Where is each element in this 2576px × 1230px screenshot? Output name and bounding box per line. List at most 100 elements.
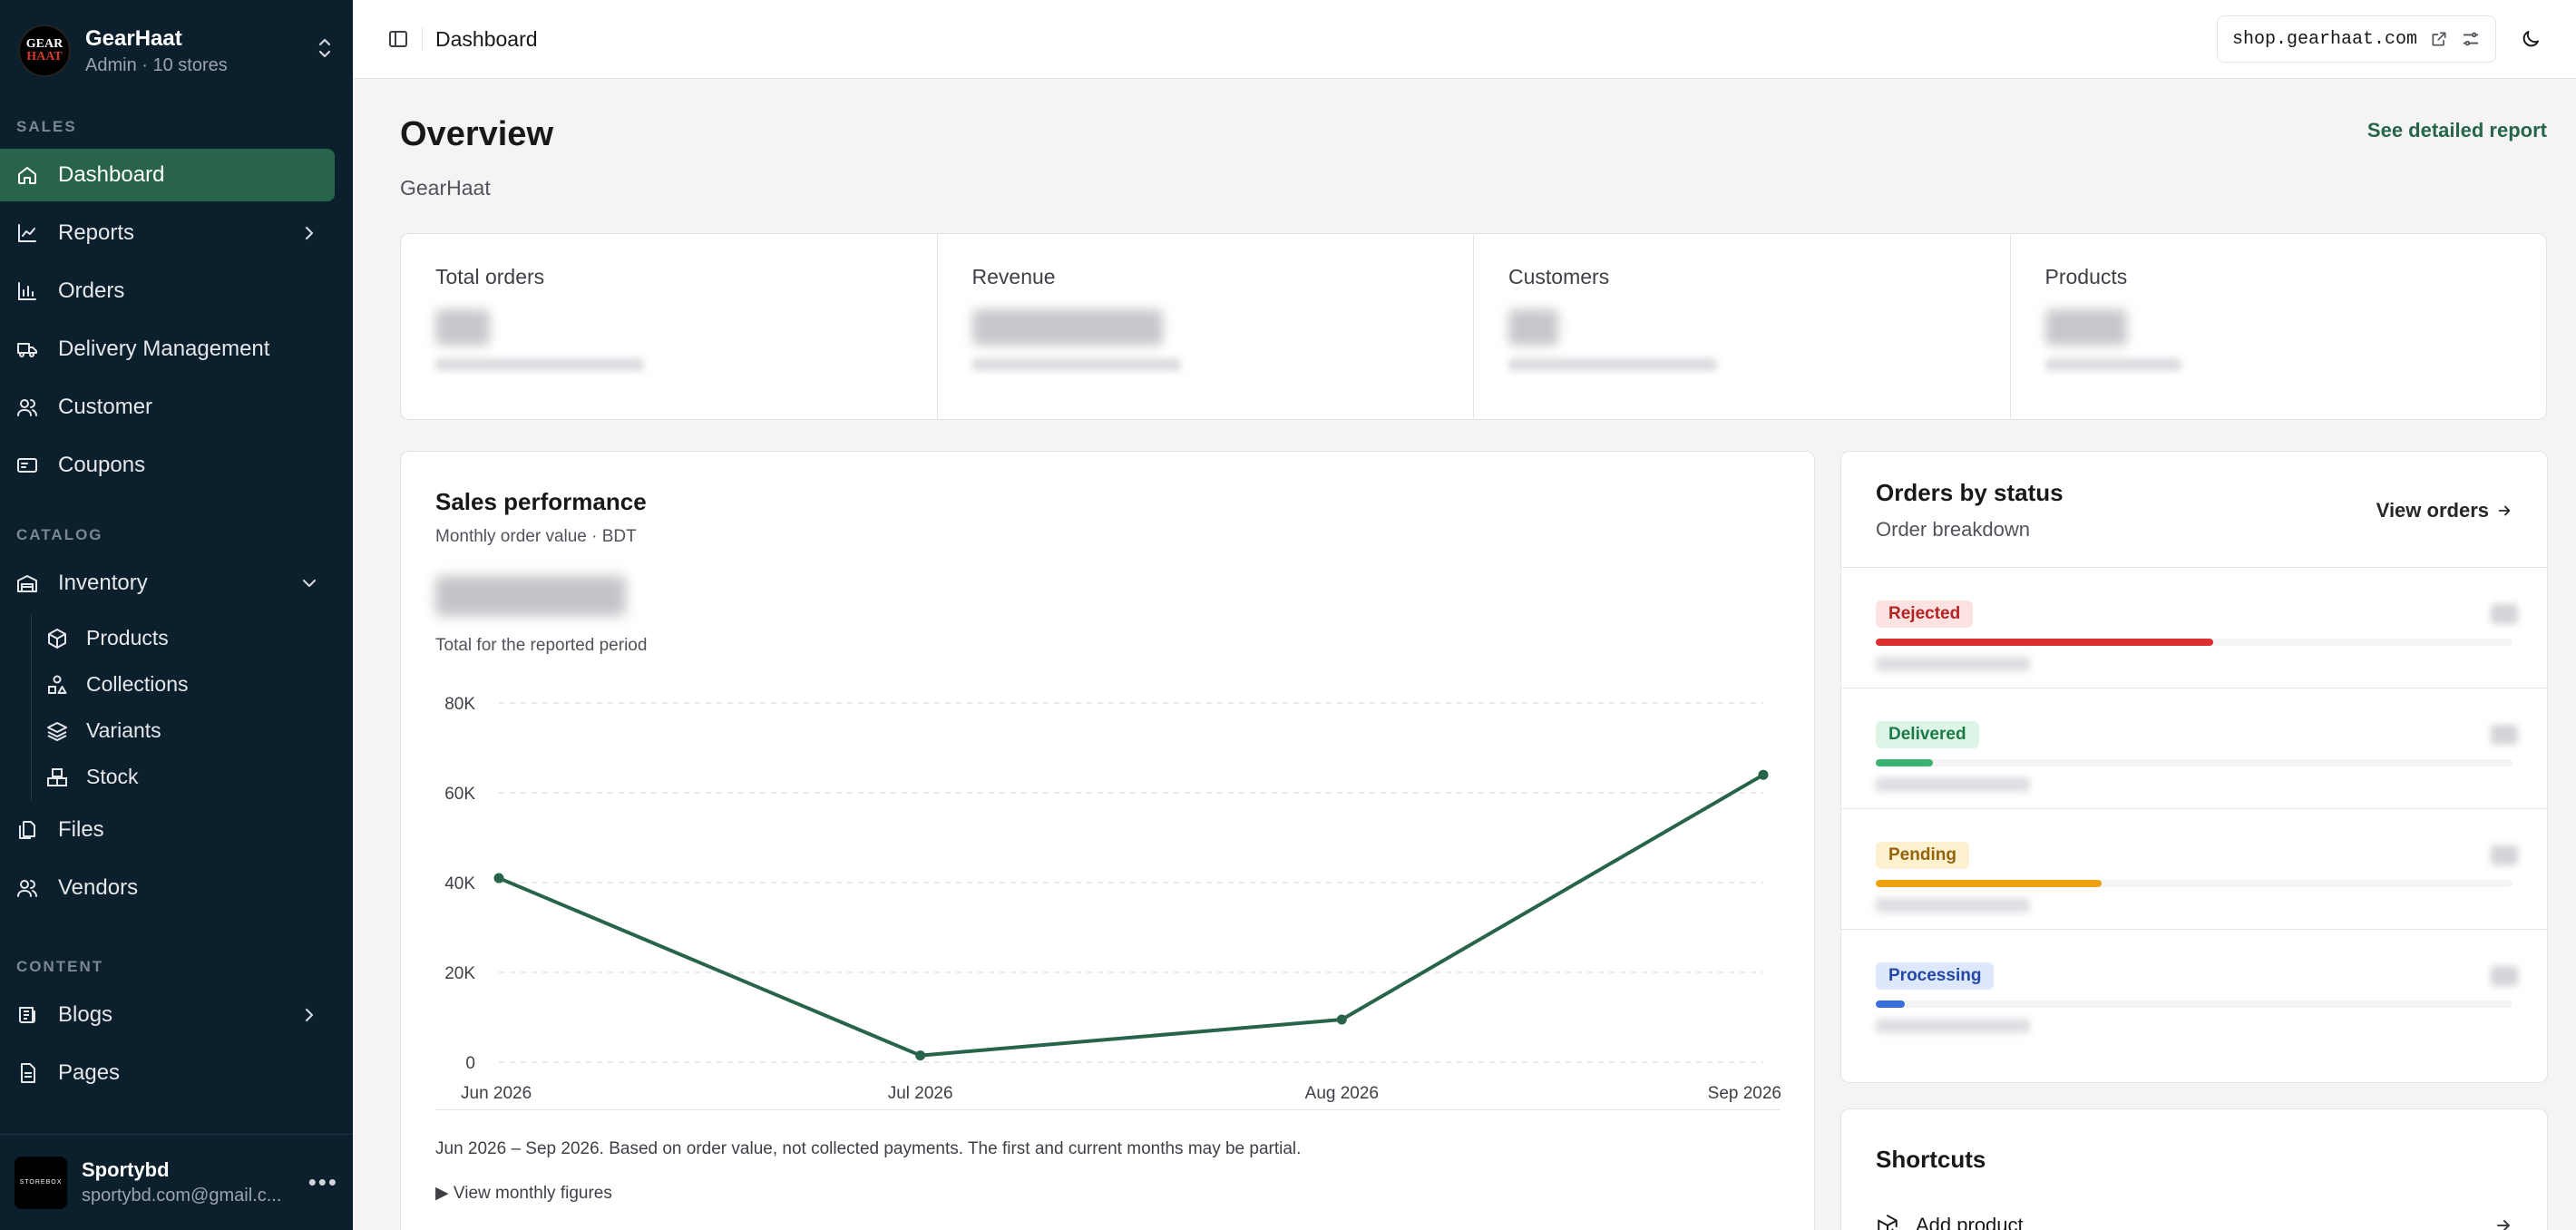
divider: [422, 27, 423, 51]
stat-value-redacted: [2044, 309, 2127, 346]
status-progress-fill: [1876, 880, 2103, 887]
stat-customers: Customers: [1474, 234, 2011, 419]
files-icon: [19, 821, 35, 839]
sidebar-item-collections[interactable]: Collections: [32, 661, 353, 708]
line-chart: 0 20K 40K 60K 80K Jun 2026 Jul 2026 Aug 2026 Sep…: [444, 695, 1781, 1103]
status-note-redacted: [1876, 1019, 2030, 1033]
inventory-submenu: Products Collections Variants Stock: [31, 615, 353, 800]
status-count-redacted: [2491, 845, 2518, 865]
page-subtitle: GearHaat: [400, 176, 491, 200]
view-monthly-figures-toggle[interactable]: ▶ View monthly figures: [435, 1183, 1780, 1204]
status-count-redacted: [2491, 966, 2518, 986]
theme-toggle-button[interactable]: [2513, 21, 2549, 57]
users-icon: [17, 399, 37, 416]
shortcuts-card: Shortcuts Add product: [1840, 1108, 2548, 1230]
sales-chart: 0 20K 40K 60K 80K Jun 2026 Jul 2026 Aug 2026 Sep…: [435, 683, 1781, 1109]
data-point[interactable]: [915, 1050, 926, 1061]
shapes-icon: [48, 675, 67, 694]
main-content: Dashboard shop.gearhaat.com Overview Gea…: [353, 0, 2576, 1230]
status-progress-track: [1876, 1001, 2513, 1008]
sidebar-item-delivery[interactable]: Delivery Management: [0, 323, 335, 376]
sidebar-item-stock[interactable]: Stock: [32, 754, 353, 800]
sidebar-item-customer[interactable]: Customer: [0, 381, 335, 434]
sidebar-item-vendors[interactable]: Vendors: [0, 862, 335, 914]
sidebar-item-label: Orders: [58, 278, 125, 303]
orders-by-status-card: Orders by status Order breakdown View or…: [1840, 451, 2548, 1083]
status-row-pending[interactable]: Pending: [1841, 809, 2547, 930]
stat-note-redacted: [971, 358, 1181, 371]
chevron-down-icon: [302, 579, 317, 588]
store-url-pill: shop.gearhaat.com: [2216, 15, 2496, 63]
total-value-redacted: [435, 576, 626, 616]
sidebar-item-inventory[interactable]: Inventory: [0, 557, 335, 610]
card-subtitle: Order breakdown: [1876, 518, 2030, 541]
card-title: Orders by status: [1876, 479, 2064, 506]
sidebar-item-label: Products: [86, 626, 169, 649]
user-name: Sportybd: [82, 1158, 170, 1181]
page-title: Overview: [400, 115, 553, 153]
sidebar-item-dashboard[interactable]: Dashboard: [0, 149, 335, 201]
sidebar-item-label: Coupons: [58, 453, 146, 477]
user-menu[interactable]: STOREBOX Sportybd sportybd.com@gmail.c..…: [0, 1134, 353, 1230]
sidebar: GEAR HAAT GearHaat Admin · 10 stores SAL…: [0, 0, 353, 1230]
avatar: STOREBOX: [15, 1156, 67, 1209]
detailed-report-link[interactable]: See detailed report: [2367, 119, 2547, 142]
sidebar-item-label: Dashboard: [58, 162, 165, 187]
external-link-icon[interactable]: [2430, 30, 2448, 48]
data-point[interactable]: [493, 873, 504, 883]
sidebar-item-label: Files: [58, 817, 104, 842]
section-sales: SALES: [16, 118, 77, 135]
stat-products: Products: [2011, 234, 2547, 419]
sidebar-item-coupons[interactable]: Coupons: [0, 439, 335, 492]
status-progress-track: [1876, 639, 2513, 646]
bar-chart-icon: [18, 282, 36, 300]
settings-sliders-icon[interactable]: [2461, 29, 2481, 49]
sidebar-item-pages[interactable]: Pages: [0, 1047, 335, 1099]
store-url[interactable]: shop.gearhaat.com: [2232, 29, 2417, 50]
stat-revenue: Revenue: [938, 234, 1474, 419]
breadcrumb: Dashboard: [435, 26, 538, 51]
total-label: Total for the reported period: [435, 636, 648, 655]
sidebar-item-blogs[interactable]: Blogs: [0, 989, 335, 1041]
newspaper-icon: [19, 1007, 35, 1023]
org-subtitle: Admin · 10 stores: [85, 54, 228, 75]
sidebar-item-reports[interactable]: Reports: [0, 207, 335, 259]
status-row-rejected[interactable]: Rejected: [1841, 568, 2547, 688]
package-plus-icon: [1878, 1215, 1898, 1230]
sidebar-item-variants[interactable]: Variants: [32, 708, 353, 754]
sidebar-item-label: Reports: [58, 220, 135, 245]
data-point[interactable]: [1758, 769, 1769, 780]
sidebar-item-orders[interactable]: Orders: [0, 265, 335, 317]
file-text-icon: [21, 1063, 35, 1083]
user-email: sportybd.com@gmail.c...: [82, 1186, 282, 1206]
section-content: CONTENT: [16, 958, 104, 975]
org-name: GearHaat: [85, 25, 182, 51]
sidebar-toggle-button[interactable]: [380, 21, 416, 57]
stat-note-redacted: [1508, 358, 1717, 371]
card-title: Shortcuts: [1876, 1146, 1986, 1173]
sidebar-item-label: Vendors: [58, 875, 139, 900]
status-note-redacted: [1876, 657, 2030, 671]
stat-label: Customers: [1508, 265, 1610, 288]
sidebar-item-label: Stock: [86, 765, 139, 788]
logo-text-top: GEAR: [25, 37, 63, 51]
view-orders-link[interactable]: View orders: [2376, 479, 2513, 542]
y-tick-label: 40K: [444, 874, 475, 893]
stat-note-redacted: [435, 358, 644, 371]
status-row-processing[interactable]: Processing: [1841, 930, 2547, 1050]
ticket-icon: [17, 458, 37, 473]
chevron-up-down-icon: [315, 36, 335, 65]
x-tick-label: Aug 2026: [1305, 1084, 1379, 1103]
org-switcher[interactable]: GEAR HAAT GearHaat Admin · 10 stores: [0, 0, 353, 102]
stats-row: Total orders Revenue Customers Products: [400, 233, 2547, 420]
status-row-delivered[interactable]: Delivered: [1841, 688, 2547, 809]
sidebar-item-files[interactable]: Files: [0, 804, 335, 856]
stat-label: Revenue: [971, 265, 1056, 288]
more-icon[interactable]: •••: [308, 1168, 338, 1196]
sidebar-item-products[interactable]: Products: [32, 615, 353, 661]
status-badge: Delivered: [1876, 721, 1979, 748]
shortcut-add-product[interactable]: Add product: [1876, 1214, 2513, 1230]
sales-performance-card: Sales performance Monthly order value · …: [400, 451, 1815, 1230]
sidebar-item-label: Pages: [58, 1060, 121, 1085]
data-point[interactable]: [1336, 1014, 1347, 1025]
